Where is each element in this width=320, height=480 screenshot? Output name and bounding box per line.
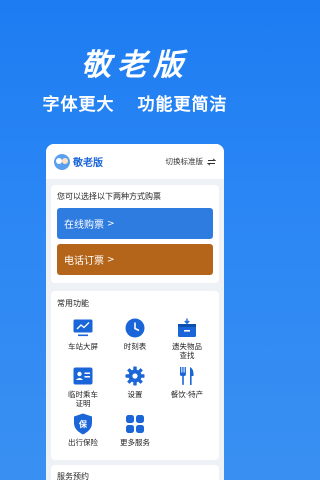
functions-grid: 车站大屏 时刻表 遗失物品 查找 临时乘车 证明 设置 餐饮·特产 保 出行保险…: [57, 317, 213, 456]
phone-ticket-button[interactable]: 电话订票 >: [57, 244, 213, 275]
fork-knife-icon: [176, 365, 198, 387]
func-label: 出行保险: [68, 438, 98, 447]
ticket-prompt: 您可以选择以下两种方式购票: [57, 192, 161, 201]
lost-item-box-icon: [176, 317, 198, 339]
chevron-right-icon: >: [107, 254, 115, 265]
hero-subtitle: 字体更大 功能更简洁: [0, 90, 270, 115]
hero-subtitle-right: 功能更简洁: [137, 95, 228, 115]
hero-title: 敬老版: [81, 48, 189, 83]
func-station-screen[interactable]: 车站大屏: [57, 317, 109, 360]
online-ticket-label: 在线购票: [64, 220, 104, 231]
func-label: 临时乘车 证明: [68, 390, 98, 408]
func-more[interactable]: 更多服务: [109, 413, 161, 456]
brand-name: 敬老版: [73, 158, 103, 169]
services-card: 服务预约: [51, 465, 219, 480]
phone-preview: 敬老版 切换标准版 您可以选择以下两种方式购票 在线购票 > 电话订票 > 常用…: [46, 144, 224, 480]
swap-arrows-icon: [207, 157, 216, 166]
switch-standard-label: 切换标准版: [165, 157, 204, 166]
services-title: 服务预约: [57, 472, 89, 480]
func-label: 更多服务: [120, 438, 150, 447]
func-label: 时刻表: [123, 342, 147, 351]
func-settings[interactable]: 设置: [109, 365, 161, 408]
online-ticket-button[interactable]: 在线购票 >: [57, 208, 213, 239]
id-card-icon: [72, 365, 94, 387]
phone-ticket-label: 电话订票: [64, 256, 104, 267]
func-label: 设置: [127, 390, 143, 399]
func-insurance[interactable]: 保 出行保险: [57, 413, 109, 456]
ticket-card: 您可以选择以下两种方式购票 在线购票 > 电话订票 >: [51, 185, 219, 283]
func-lost-items[interactable]: 遗失物品 查找: [161, 317, 213, 360]
functions-title: 常用功能: [57, 299, 89, 308]
station-screen-icon: [72, 317, 94, 339]
func-food[interactable]: 餐饮·特产: [161, 365, 213, 408]
functions-card: 常用功能 车站大屏 时刻表 遗失物品 查找 临时乘车 证明 设置 餐饮·特产 保…: [51, 291, 219, 460]
func-timetable[interactable]: 时刻表: [109, 317, 161, 360]
func-temp-pass[interactable]: 临时乘车 证明: [57, 365, 109, 408]
app-header: 敬老版 切换标准版: [46, 144, 224, 179]
brand: 敬老版: [54, 153, 103, 170]
func-label: 车站大屏: [68, 342, 98, 351]
hero-subtitle-left: 字体更大: [42, 95, 115, 115]
gear-icon: [124, 365, 146, 387]
func-label: 遗失物品 查找: [172, 342, 202, 360]
clock-icon: [124, 317, 146, 339]
svg-text:保: 保: [78, 419, 88, 429]
grid-icon: [124, 413, 146, 435]
chevron-right-icon: >: [107, 218, 115, 229]
func-label: 餐饮·特产: [170, 390, 204, 399]
insurance-shield-icon: 保: [72, 413, 94, 435]
switch-standard-button[interactable]: 切换标准版: [165, 156, 216, 167]
elderly-logo-icon: [54, 153, 70, 170]
